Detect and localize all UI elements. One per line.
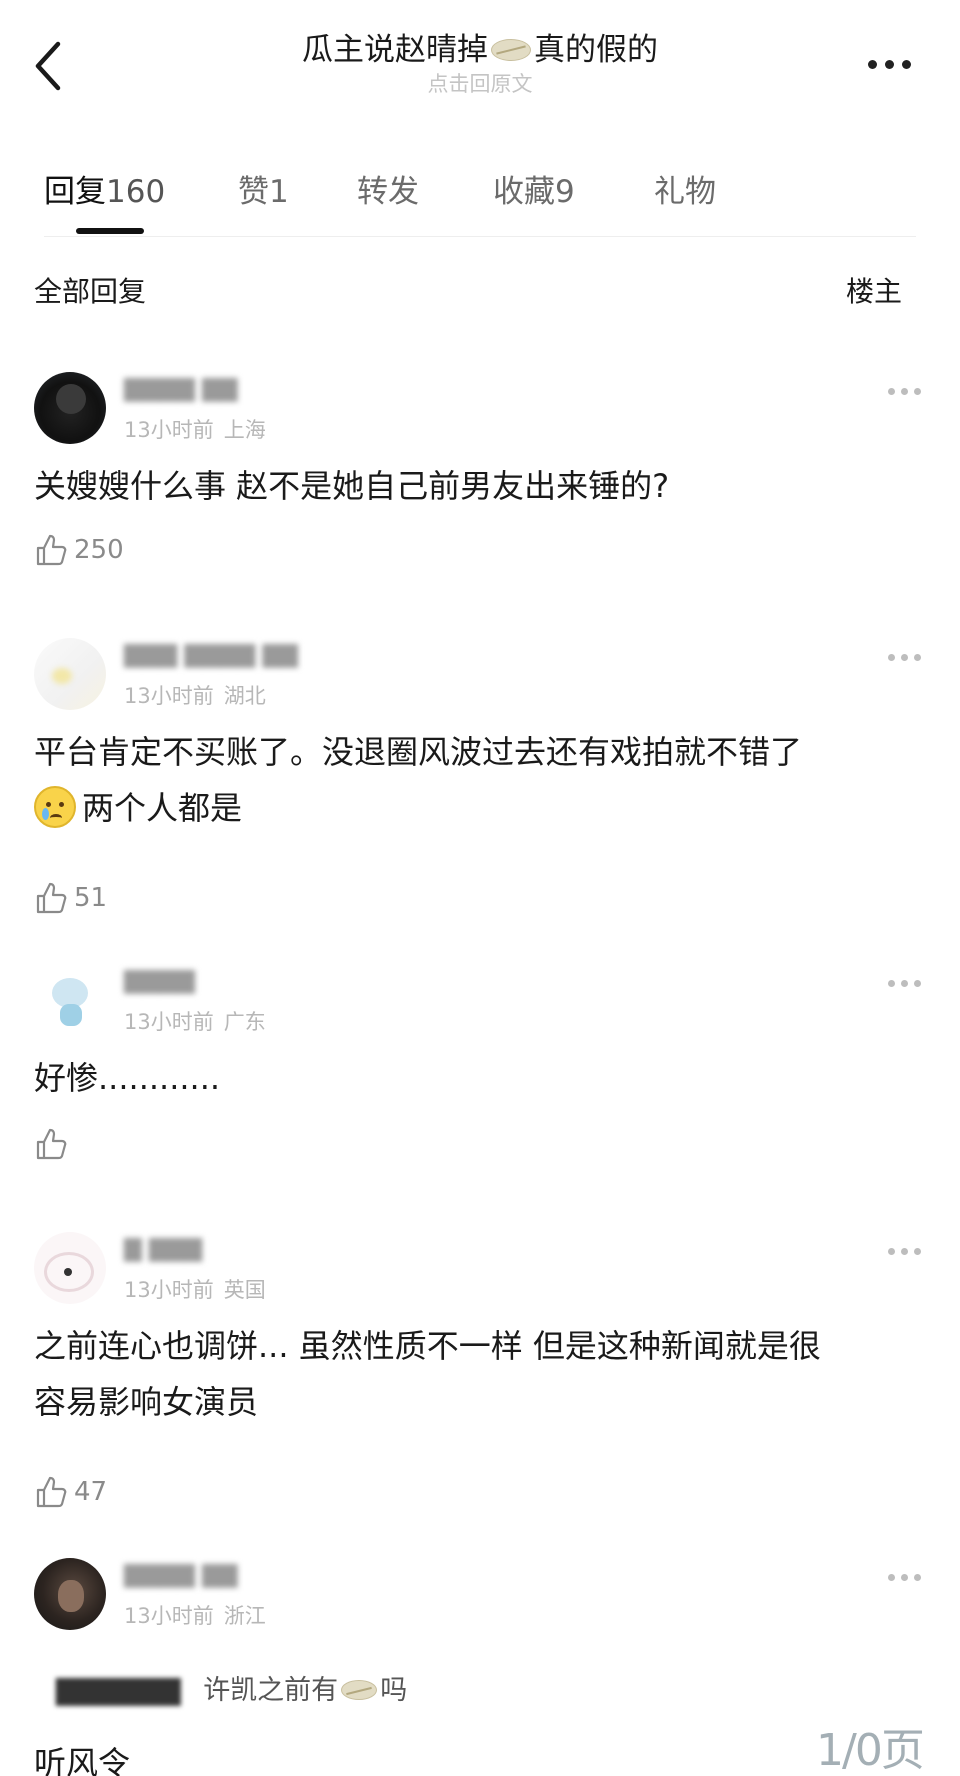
comment-text: 关嫂嫂什么事 赵不是她自己前男友出来锤的?	[34, 467, 670, 505]
username-blurred[interactable]: ▇▇▇▇	[124, 968, 195, 994]
like-button[interactable]	[34, 1124, 74, 1164]
tab-reposts[interactable]: 转发	[357, 166, 419, 211]
comment-text-line2: 两个人都是	[34, 780, 914, 836]
divider	[44, 236, 916, 237]
thumbs-up-icon	[36, 1128, 67, 1160]
username-blurred[interactable]: ▇ ▇▇▇	[124, 1236, 202, 1262]
tab-likes[interactable]: 赞1	[238, 166, 289, 211]
quoted-reply[interactable]: ▇▇▇▇▇▇ 许凯之前有吗	[56, 1668, 407, 1707]
thumbs-up-icon	[36, 882, 67, 914]
comment-text: 听风令	[34, 1744, 131, 1776]
comment-meta: 13小时前 上海	[124, 418, 266, 442]
tab-gifts[interactable]: 礼物	[654, 166, 716, 211]
comment-meta: 13小时前 广东	[124, 1010, 266, 1034]
post-title-block[interactable]: 瓜主说赵晴掉 真的假的 点击回原文	[150, 30, 810, 98]
more-options-icon[interactable]	[888, 1572, 922, 1584]
tab-replies[interactable]: 回复160	[44, 166, 165, 211]
active-tab-indicator	[76, 228, 144, 234]
thumbs-up-icon	[36, 534, 67, 566]
like-button[interactable]: 47	[34, 1472, 107, 1512]
back-arrow-icon[interactable]	[30, 38, 70, 94]
crying-face-emoji	[34, 786, 76, 828]
more-options-icon[interactable]	[864, 52, 916, 76]
watermark: 1/0页	[816, 1725, 925, 1776]
avatar[interactable]	[34, 964, 106, 1036]
filter-row: 全部回复 楼主	[0, 262, 960, 312]
comment-text: 好惨............	[34, 1059, 221, 1097]
back-to-original-link[interactable]: 点击回原文	[150, 70, 810, 98]
tab-favorites[interactable]: 收藏9	[493, 166, 575, 211]
like-button[interactable]: 51	[34, 878, 107, 918]
thumbs-up-icon	[36, 1476, 67, 1508]
comment-meta: 13小时前 浙江	[124, 1604, 266, 1628]
op-only-filter[interactable]: 楼主	[846, 270, 902, 310]
more-options-icon[interactable]	[888, 652, 922, 664]
username-blurred[interactable]: ▇▇▇▇ ▇▇	[124, 376, 237, 402]
avatar[interactable]	[34, 1558, 106, 1630]
more-options-icon[interactable]	[888, 1246, 922, 1258]
comment-meta: 13小时前 英国	[124, 1278, 266, 1302]
avatar[interactable]	[34, 1232, 106, 1304]
post-title: 瓜主说赵晴掉 真的假的	[302, 32, 658, 68]
blurred-emoji	[341, 1679, 378, 1700]
comment-meta: 13小时前 湖北	[124, 684, 266, 708]
quoted-username-blurred: ▇▇▇▇▇▇	[56, 1675, 181, 1706]
all-replies-filter[interactable]: 全部回复	[34, 270, 146, 310]
more-options-icon[interactable]	[888, 978, 922, 990]
username-blurred[interactable]: ▇▇▇ ▇▇▇▇ ▇▇	[124, 642, 298, 668]
avatar[interactable]	[34, 372, 106, 444]
avatar[interactable]	[34, 638, 106, 710]
comment-text: 之前连心也调饼... 虽然性质不一样 但是这种新闻就是很 容易影响女演员	[34, 1327, 821, 1421]
like-button[interactable]: 250	[34, 530, 124, 570]
top-bar: 瓜主说赵晴掉 真的假的 点击回原文	[0, 0, 960, 110]
more-options-icon[interactable]	[888, 386, 922, 398]
blurred-emoji	[491, 38, 531, 61]
comment-text: 平台肯定不买账了。没退圈风波过去还有戏拍就不错了 两个人都是	[34, 724, 914, 836]
username-blurred[interactable]: ▇▇▇▇ ▇▇	[124, 1562, 237, 1588]
tab-bar: 回复160 赞1 转发 收藏9 礼物	[0, 150, 960, 240]
